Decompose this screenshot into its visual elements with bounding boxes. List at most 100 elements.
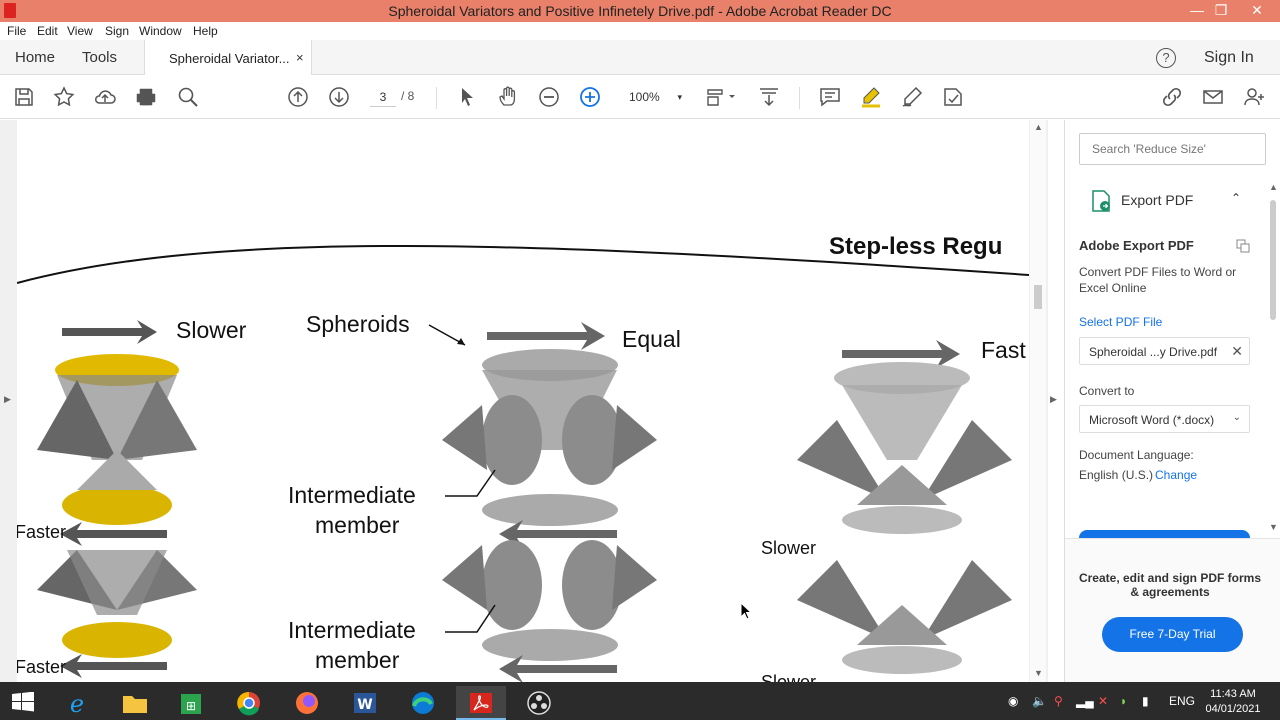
print-icon[interactable] [134, 85, 158, 109]
system-clock[interactable]: 11:43 AM 04/01/2021 [1196, 687, 1270, 717]
label-intermediate-1b: member [315, 512, 400, 538]
change-language-link[interactable]: Change [1155, 467, 1197, 483]
search-tray-icon[interactable]: ⚲ [1054, 694, 1063, 708]
comment-icon[interactable] [818, 85, 842, 109]
acrobat-window: Spheroidal Variators and Positive Infine… [0, 0, 1280, 720]
signal-icon[interactable]: ▂▄ [1076, 694, 1094, 708]
windows-start-icon[interactable] [12, 692, 34, 712]
menu-window[interactable]: Window [139, 24, 182, 38]
export-pdf-icon [1092, 190, 1110, 212]
select-pdf-file-label: Select PDF File [1079, 315, 1163, 329]
label-slower-right-2: Slower [761, 672, 817, 682]
remove-file-icon[interactable]: ✕ [1231, 343, 1243, 360]
wifi-icon[interactable]: ◗ [1120, 694, 1127, 708]
sign-in-button[interactable]: Sign In [1204, 49, 1254, 67]
export-pdf-header[interactable]: Export PDF ⌃ [1065, 182, 1265, 218]
zoom-in-icon[interactable] [578, 85, 602, 109]
hand-tool-icon[interactable] [496, 85, 520, 109]
copy-icon[interactable] [1236, 239, 1250, 253]
document-language-label: Document Language: [1079, 448, 1194, 462]
zoom-out-icon[interactable] [537, 85, 561, 109]
word-icon[interactable]: W [340, 686, 390, 720]
adobe-export-pdf-heading: Adobe Export PDF [1079, 238, 1194, 253]
convert-format-value: Microsoft Word (*.docx) [1089, 413, 1215, 427]
edge-icon[interactable] [398, 686, 448, 720]
free-trial-button[interactable]: Free 7-Day Trial [1102, 617, 1243, 652]
selected-file-field[interactable]: Spheroidal ...y Drive.pdf ✕ [1079, 337, 1250, 365]
upload-cloud-icon[interactable] [93, 85, 117, 109]
document-viewer[interactable]: Step-less Regu Slower Spheroids Equal Fa… [0, 120, 1048, 682]
windows-taskbar: e ⊞ W ◉ 🔈 ⚲ ▂▄ ✕ ◗ ▮ ENG 11:43 AM 04/01/… [0, 682, 1280, 720]
scroll-down-icon[interactable]: ▼ [1034, 668, 1043, 678]
chevron-down-icon: ▾ [677, 92, 682, 102]
search-zoom-icon[interactable] [176, 85, 200, 109]
menu-sign[interactable]: Sign [105, 24, 129, 38]
volume-icon[interactable]: 🔈 [1032, 694, 1047, 708]
page-number-input[interactable]: 3 [370, 87, 396, 107]
zoom-level-value: 100% [629, 90, 660, 104]
close-window-button[interactable]: ✕ [1242, 0, 1272, 22]
tab-tools[interactable]: Tools [82, 49, 117, 66]
draw-sign-icon[interactable] [900, 85, 924, 109]
page-fit-icon[interactable] [705, 85, 737, 109]
convert-format-dropdown[interactable]: Microsoft Word (*.docx) ⌄ [1079, 405, 1250, 433]
search-tools-input[interactable]: Search 'Reduce Size' [1079, 133, 1266, 165]
zoom-level-dropdown[interactable]: 100% ▾ [620, 87, 686, 107]
menu-help[interactable]: Help [193, 24, 218, 38]
variator-right-lower [797, 560, 1012, 674]
menu-view[interactable]: View [67, 24, 93, 38]
mouse-cursor-icon [740, 602, 752, 620]
tab-home[interactable]: Home [15, 49, 55, 66]
tray-app-icon[interactable]: ◉ [1008, 694, 1018, 708]
tools-pane: Search 'Reduce Size' Export PDF ⌃ Adobe … [1064, 120, 1280, 682]
obs-icon[interactable] [514, 686, 564, 720]
language-indicator[interactable]: ENG [1169, 694, 1195, 708]
chevron-up-icon[interactable]: ⌃ [1231, 191, 1241, 205]
next-page-icon[interactable] [327, 85, 351, 109]
document-scrollbar[interactable]: ▲ ▼ [1030, 120, 1046, 682]
right-panel-toggle-icon[interactable]: ▶ [1050, 394, 1057, 405]
scrolling-mode-icon[interactable] [757, 85, 781, 109]
help-icon[interactable]: ? [1156, 48, 1176, 68]
menu-edit[interactable]: Edit [37, 24, 58, 38]
bookmark-star-icon[interactable] [52, 85, 76, 109]
promo-section: Create, edit and sign PDF forms & agreem… [1065, 538, 1280, 682]
convert-button-partial[interactable] [1079, 530, 1250, 538]
chrome-icon[interactable] [224, 686, 274, 720]
firefox-icon[interactable] [282, 686, 332, 720]
network-blocked-icon[interactable]: ✕ [1098, 694, 1108, 708]
label-equal: Equal [622, 326, 681, 352]
previous-page-icon[interactable] [286, 85, 310, 109]
file-explorer-icon[interactable] [110, 686, 160, 720]
variator-middle-upper [442, 322, 657, 548]
highlight-pen-icon[interactable] [859, 85, 883, 109]
share-link-icon[interactable] [1160, 85, 1184, 109]
menu-file[interactable]: File [7, 24, 26, 38]
variator-middle-lower [442, 540, 657, 682]
restore-button[interactable]: ❐ [1206, 0, 1236, 22]
scrollbar-thumb[interactable] [1270, 200, 1276, 320]
acrobat-taskbar-icon[interactable] [456, 686, 506, 720]
tools-pane-scrollbar[interactable]: ▲ ▼ [1265, 182, 1280, 532]
pdf-page: Step-less Regu Slower Spheroids Equal Fa… [17, 120, 1029, 682]
battery-icon[interactable]: ▮ [1142, 694, 1149, 708]
spheroidal-variator-figure [17, 245, 1029, 682]
scroll-up-icon[interactable]: ▲ [1269, 182, 1278, 192]
title-bar: Spheroidal Variators and Positive Infine… [0, 0, 1280, 22]
scroll-down-icon[interactable]: ▼ [1269, 522, 1278, 532]
save-icon[interactable] [12, 85, 36, 109]
label-intermediate-1a: Intermediate [288, 482, 416, 508]
left-panel-toggle-icon[interactable]: ▶ [4, 394, 11, 405]
internet-explorer-icon[interactable]: e [52, 686, 102, 720]
add-user-icon[interactable] [1242, 85, 1266, 109]
email-icon[interactable] [1201, 85, 1225, 109]
fill-sign-icon[interactable] [941, 85, 965, 109]
scrollbar-thumb[interactable] [1034, 285, 1042, 309]
store-icon[interactable]: ⊞ [166, 686, 216, 720]
scroll-up-icon[interactable]: ▲ [1034, 122, 1043, 132]
close-tab-icon[interactable]: × [296, 50, 304, 65]
toolbar: 3 / 8 100% ▾ [0, 75, 1280, 119]
select-cursor-icon[interactable] [455, 85, 479, 109]
tab-document[interactable]: Spheroidal Variator... × [144, 40, 312, 76]
window-title: Spheroidal Variators and Positive Infine… [388, 3, 892, 19]
